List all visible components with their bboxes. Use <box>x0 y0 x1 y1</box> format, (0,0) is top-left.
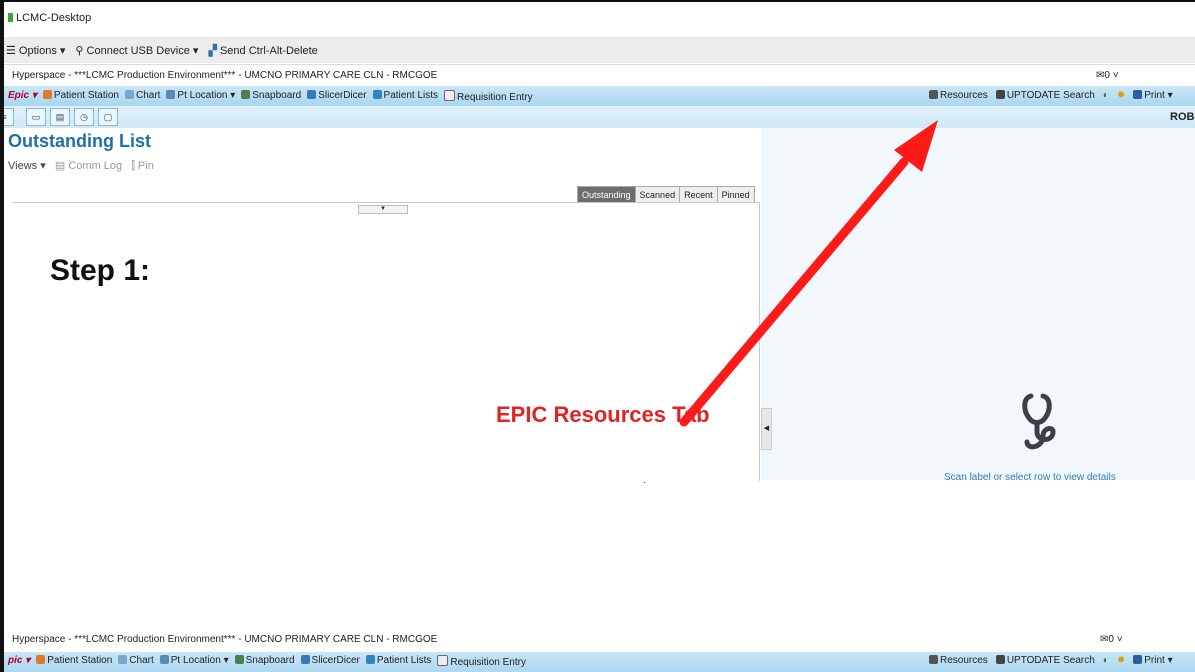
toolbar-label: SlicerDicer <box>311 655 360 666</box>
toolbar-patient-station-bottom[interactable]: Patient Station <box>36 655 112 668</box>
location-icon <box>159 655 169 664</box>
epic-toolbar-bottom: pic ▾ Patient Station Chart Pt Location … <box>4 652 1195 672</box>
in-basket-indicator-bottom[interactable]: ✉0 ˅ <box>1100 634 1123 645</box>
hyperspace-titlebar-bottom: Hyperspace - ***LCMC Production Environm… <box>4 630 1195 652</box>
screenshot-frame: LCMC-Desktop ☰ Options ▾ ⚲ Connect USB D… <box>0 0 1195 672</box>
patient-station-icon <box>36 655 46 664</box>
toolbar-label: Requisition Entry <box>450 657 526 668</box>
toolbar-patient-lists-bottom[interactable]: Patient Lists <box>365 655 432 668</box>
toolbar-slicerdicer-bottom[interactable]: SlicerDicer <box>300 655 360 668</box>
uptodate-icon <box>995 655 1005 664</box>
toolbar-label: Snapboard <box>245 655 295 666</box>
toolbar-uptodate-search-bottom[interactable]: UPTODATE Search <box>995 655 1095 666</box>
toolbar-label: Chart <box>129 655 154 666</box>
toolbar-label: Pt Location ▾ <box>170 655 229 666</box>
lightbulb-icon[interactable]: ✹ <box>1117 655 1125 666</box>
toolbar-requisition-entry-bottom[interactable]: Requisition Entry <box>437 655 526 668</box>
resources-icon <box>929 655 938 664</box>
toolbar-label: Patient Lists <box>376 655 432 666</box>
toolbar-snapboard-bottom[interactable]: Snapboard <box>234 655 295 668</box>
toolbar-resources-bottom[interactable]: Resources <box>929 655 988 666</box>
toolbar-label: UPTODATE Search <box>1006 655 1095 666</box>
hyperspace-title-bottom: Hyperspace - ***LCMC Production Environm… <box>12 634 438 645</box>
chart-icon <box>300 655 310 664</box>
globe-icon[interactable]: ◐ <box>1103 655 1109 666</box>
snapboard-icon <box>234 655 244 664</box>
printer-icon <box>1133 655 1143 664</box>
toolbar-label: Patient Station <box>47 655 113 666</box>
annotation-arrow <box>679 120 938 427</box>
toolbar-label: Print ▾ <box>1144 655 1173 666</box>
requisition-icon <box>437 655 449 666</box>
folder-icon <box>118 655 128 664</box>
toolbar-chart-bottom[interactable]: Chart <box>118 655 154 668</box>
toolbar-pt-location-bottom[interactable]: Pt Location ▾ <box>159 655 229 668</box>
epic-menu-button-bottom[interactable]: pic ▾ <box>8 655 30 668</box>
toolbar-label: Resources <box>940 655 988 666</box>
list-icon <box>365 655 375 664</box>
toolbar-print-bottom[interactable]: Print ▾ <box>1133 655 1173 666</box>
